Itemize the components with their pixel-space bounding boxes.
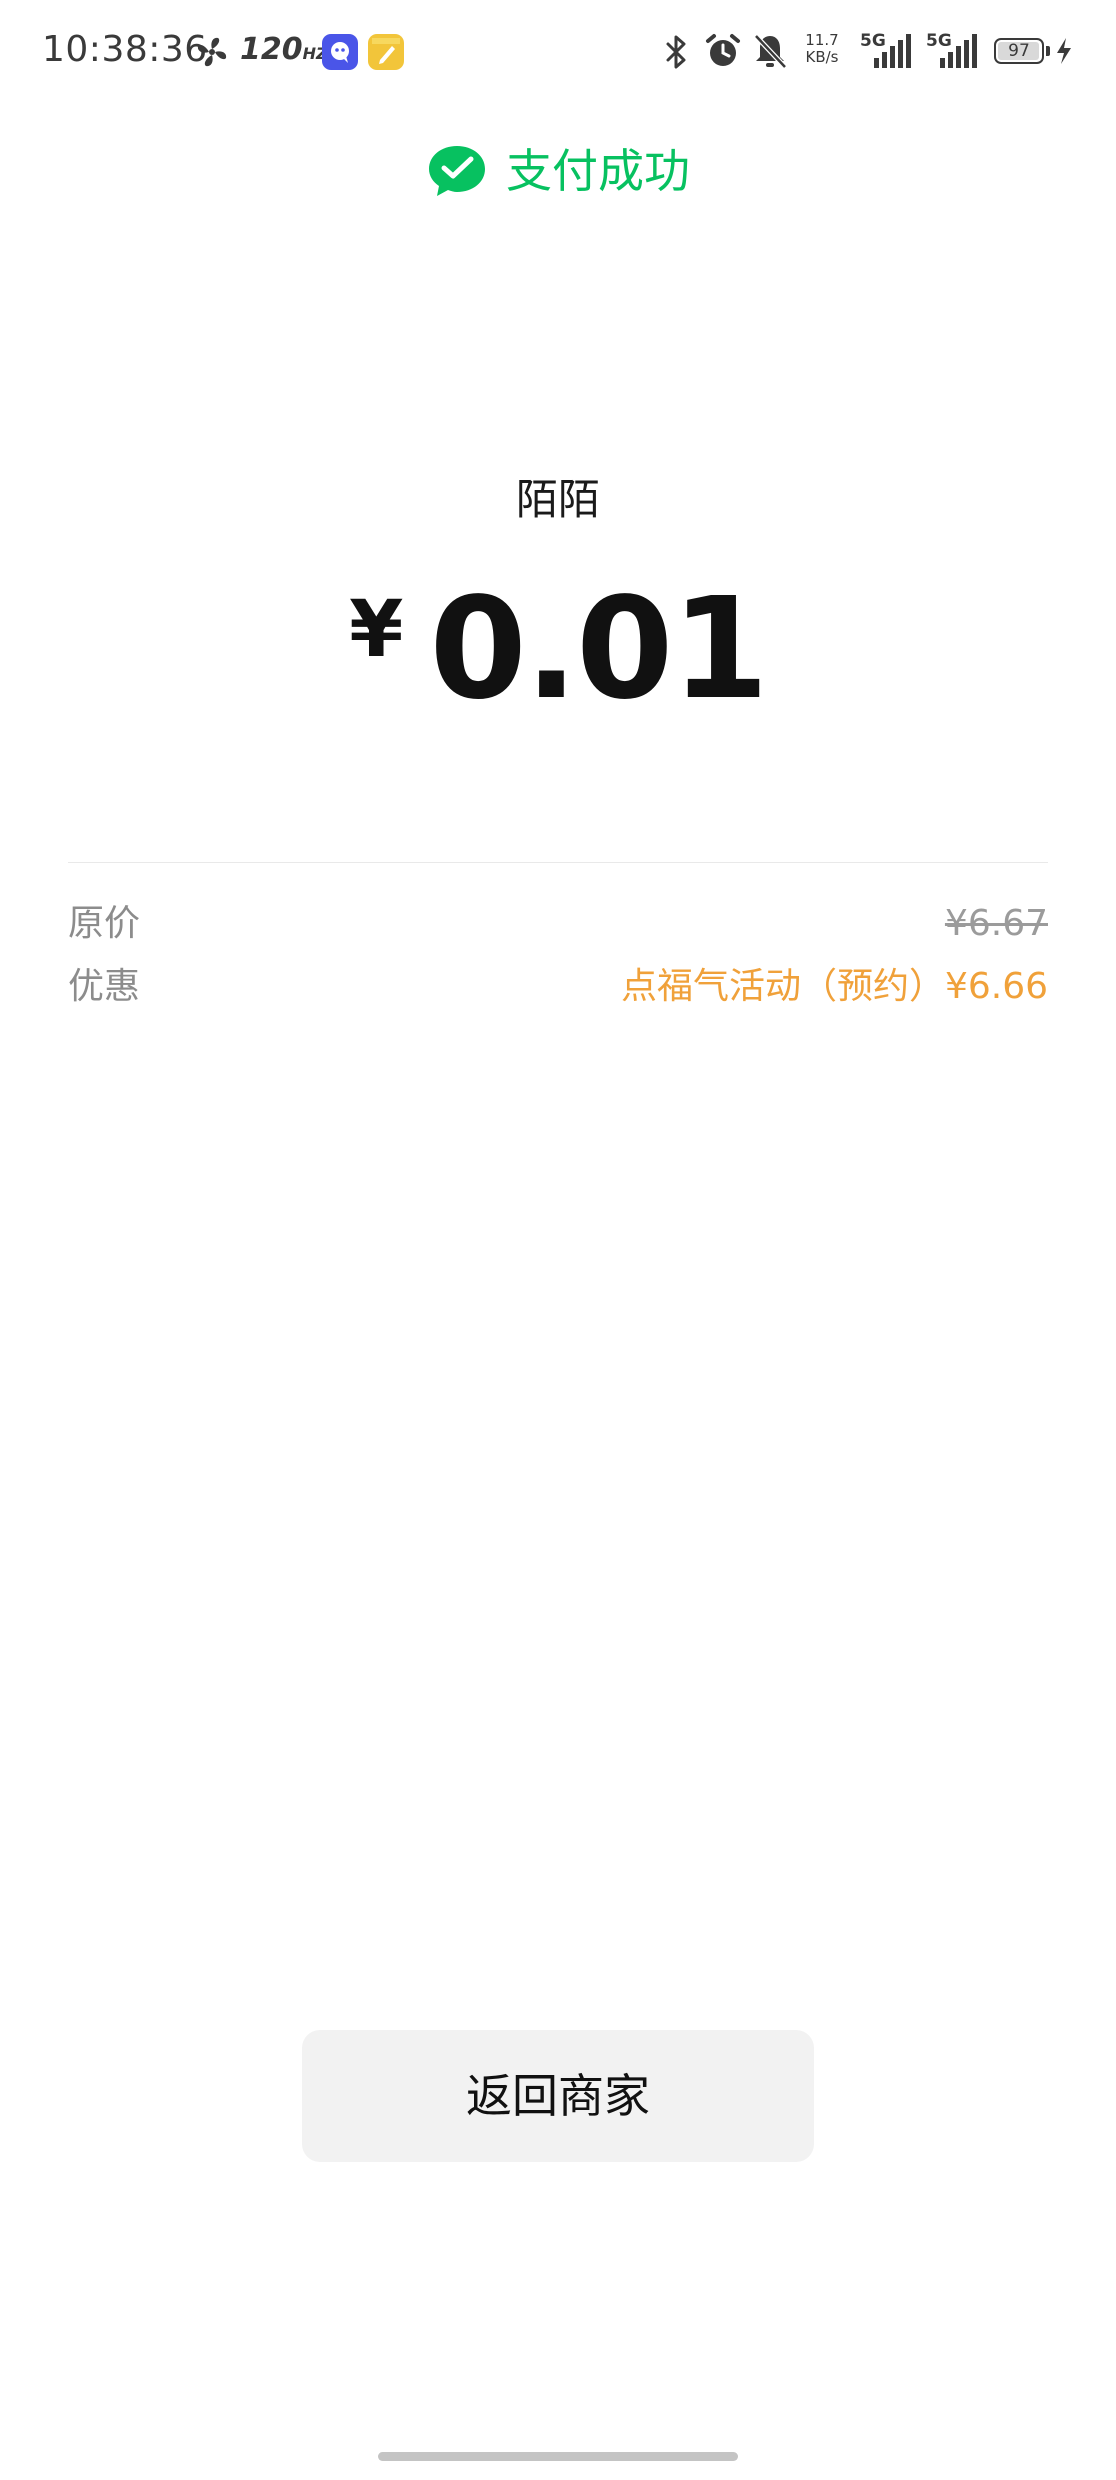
home-indicator[interactable]: [378, 2452, 738, 2461]
discount-row: 优惠 点福气活动（预约）¥6.66: [68, 963, 1048, 1011]
fan-icon: [197, 37, 227, 67]
bell-muted-icon: [754, 34, 787, 69]
alarm-icon: [706, 34, 740, 66]
success-title: 支付成功: [506, 144, 690, 198]
divider: [68, 862, 1048, 863]
refresh-rate-indicator: 120HZ: [240, 32, 328, 67]
bluetooth-icon: [666, 35, 686, 69]
battery-level: 97: [1008, 41, 1030, 61]
wechat-pay-icon: [429, 146, 485, 196]
status-bar: 10:38:36 120HZ 11.7 KB/s 5G 5G 97: [0, 0, 1116, 104]
currency-symbol: ¥: [349, 585, 404, 675]
original-price-row: 原价 ¥6.67: [68, 900, 1048, 948]
signal-icon: [874, 34, 911, 68]
payment-success-header: 支付成功: [0, 136, 1116, 206]
app-icon: [322, 34, 358, 70]
battery-icon: 97: [994, 38, 1044, 64]
amount-value: 0.01: [429, 568, 768, 731]
status-time: 10:38:36: [42, 29, 208, 70]
signal-icon: [940, 34, 977, 68]
original-price-value: ¥6.67: [944, 903, 1048, 944]
original-price-label: 原价: [68, 903, 141, 944]
merchant-name: 陌陌: [515, 475, 600, 524]
payment-amount: ¥ 0.01: [0, 580, 1116, 720]
discount-value: 点福气活动（预约）¥6.66: [620, 966, 1048, 1007]
return-to-merchant-button[interactable]: 返回商家: [302, 2030, 814, 2162]
note-icon: [368, 34, 404, 70]
discount-label: 优惠: [68, 966, 141, 1007]
charging-icon: [1057, 38, 1071, 64]
network-speed: 11.7 KB/s: [805, 31, 839, 66]
battery-cap: [1046, 46, 1050, 56]
